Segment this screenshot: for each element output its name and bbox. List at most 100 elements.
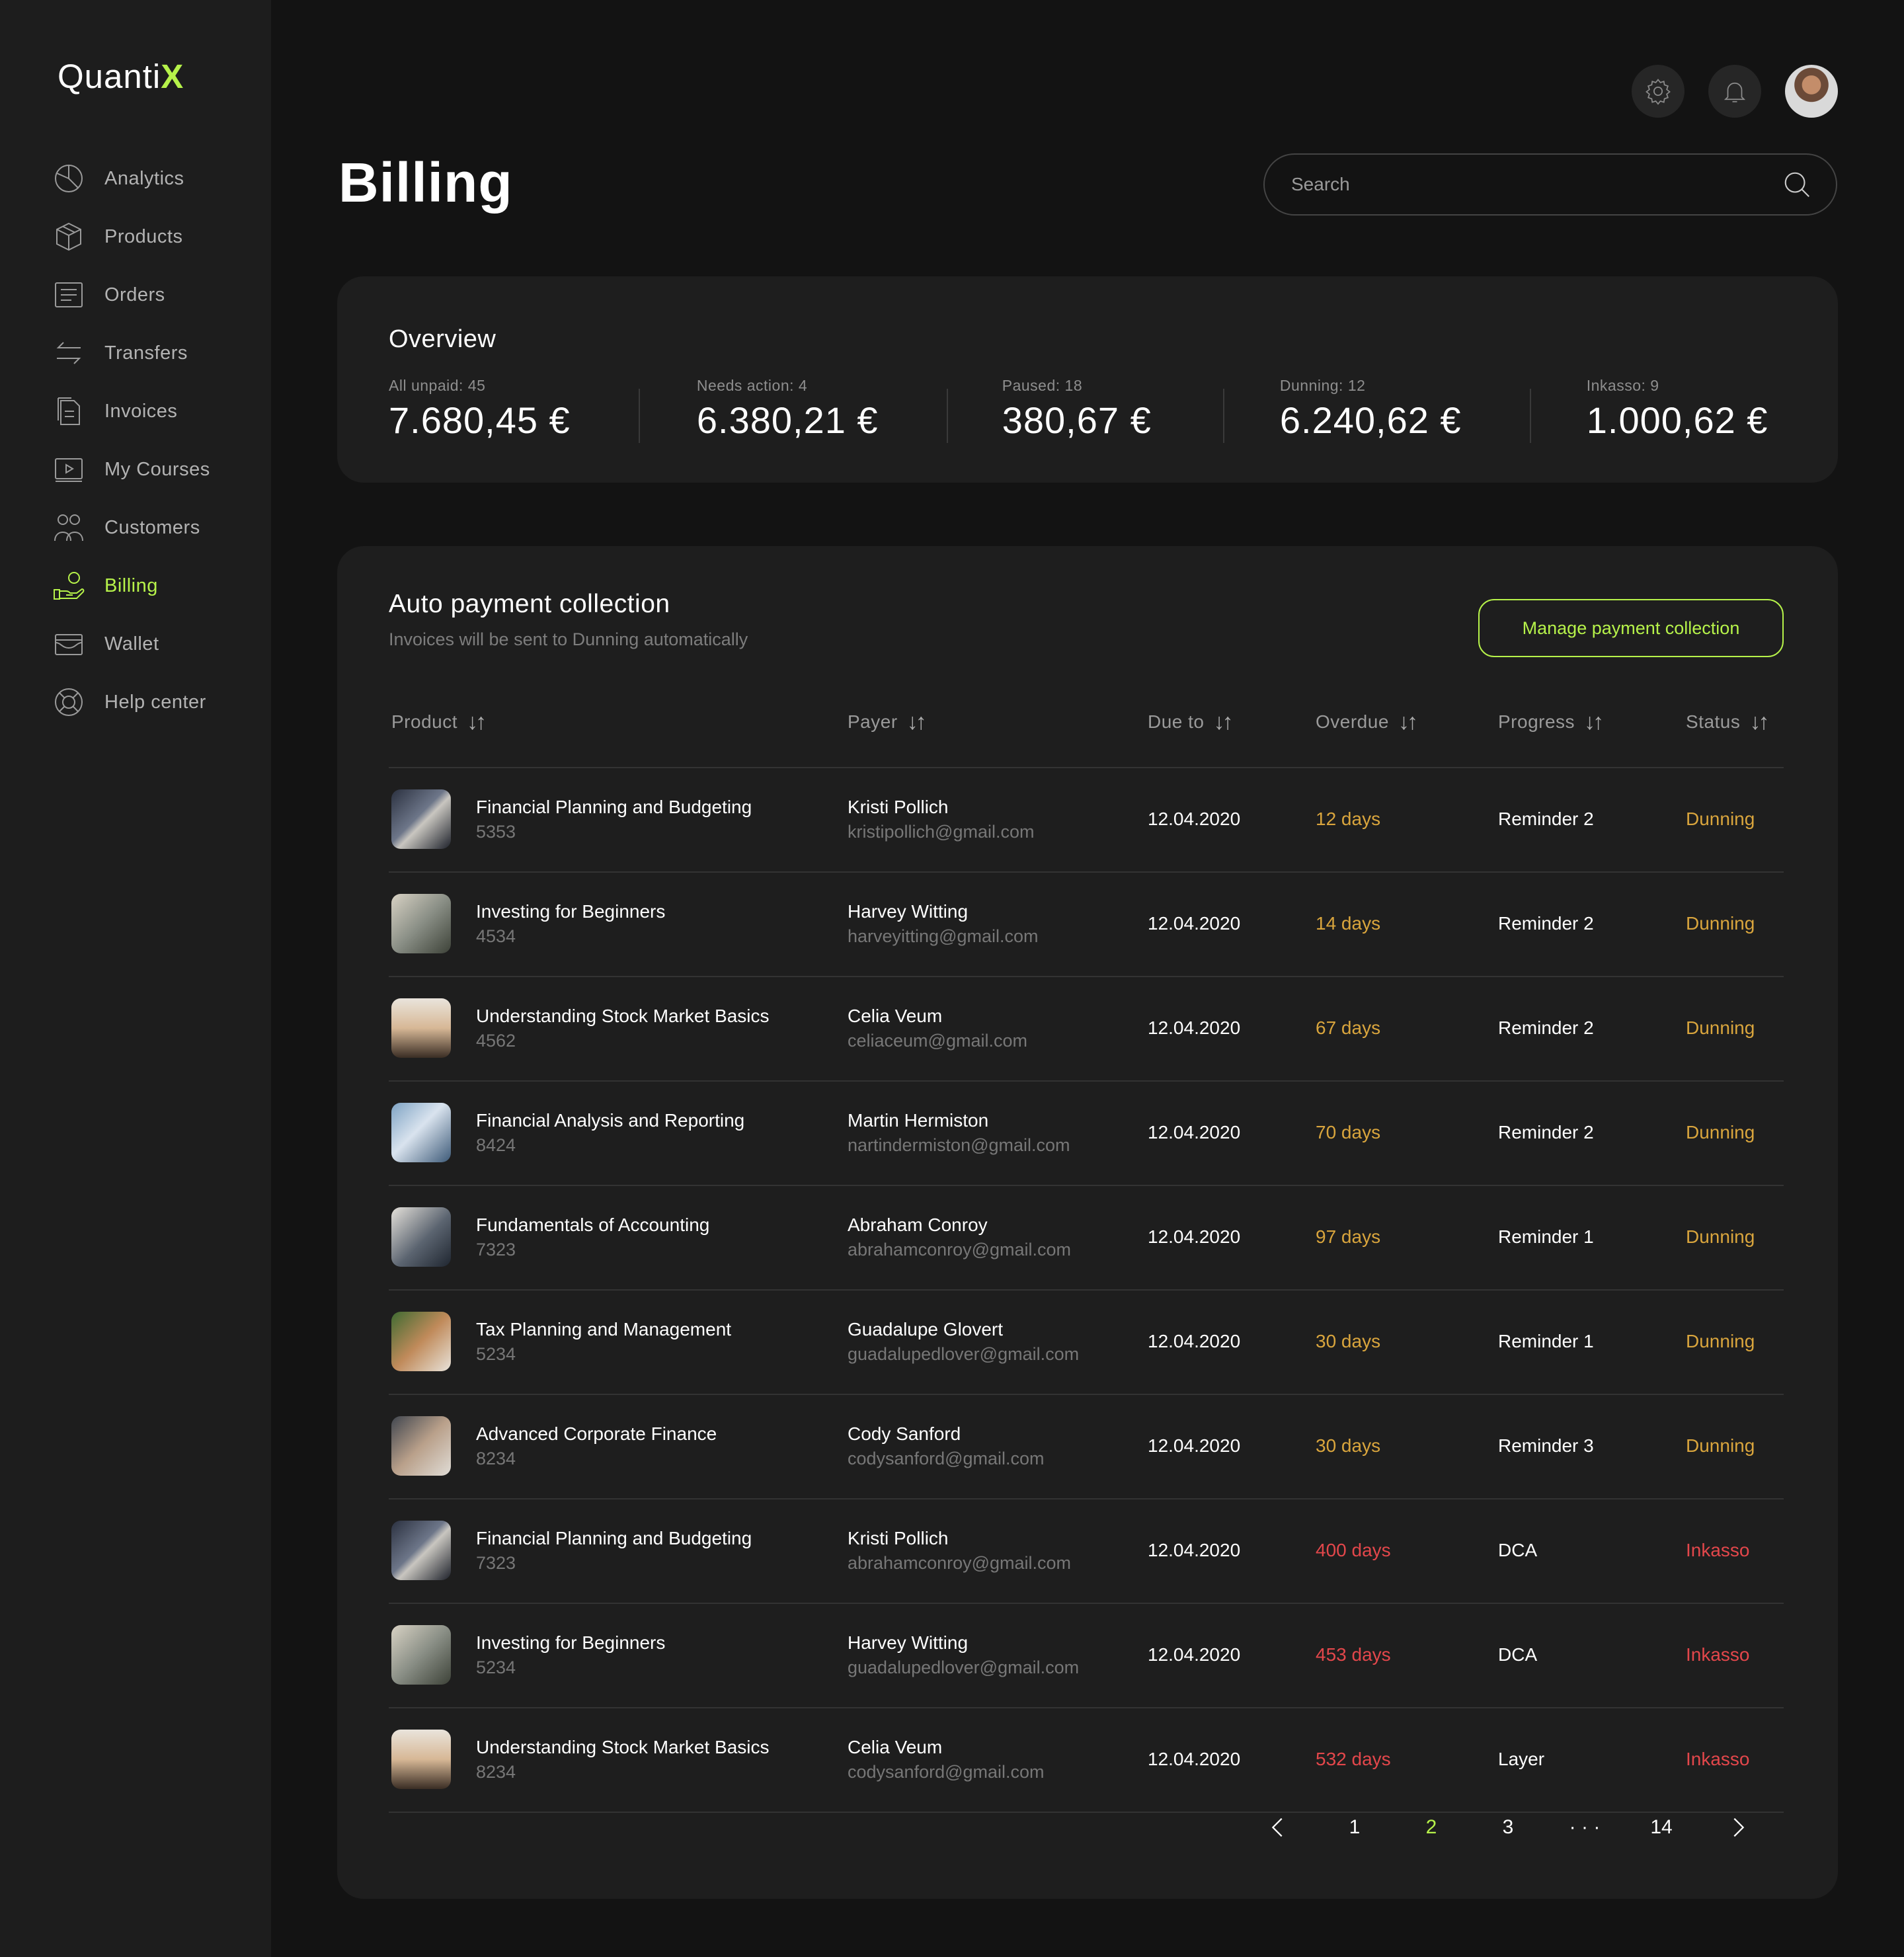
table-row[interactable]: Understanding Stock Market Basics 4562 Cel…: [389, 977, 1784, 1082]
table-row[interactable]: Understanding Stock Market Basics 8234 Cel…: [389, 1708, 1784, 1813]
table-row[interactable]: Fundamentals of Accounting 7323 Abraham Co…: [389, 1186, 1784, 1291]
product-id: 4534: [476, 926, 516, 946]
product-info: Understanding Stock Market Basics 4562: [476, 1006, 770, 1051]
product-name[interactable]: Understanding Stock Market Basics: [476, 1006, 770, 1027]
payer-email[interactable]: abrahamconroy@gmail.com: [848, 1553, 1071, 1574]
sidebar-item-wallet[interactable]: Wallet: [53, 615, 210, 673]
product-name[interactable]: Understanding Stock Market Basics: [476, 1737, 770, 1758]
product-thumbnail: [391, 1312, 451, 1371]
payer-email[interactable]: codysanford@gmail.com: [848, 1449, 1045, 1469]
sidebar-item-customers[interactable]: Customers: [53, 499, 210, 557]
payer-email[interactable]: guadalupedlover@gmail.com: [848, 1344, 1079, 1365]
due-date: 12.04.2020: [1148, 1644, 1241, 1665]
column-header-payer[interactable]: Payer ↓↑: [848, 677, 927, 767]
progress-value: Layer: [1498, 1749, 1545, 1769]
sidebar-item-analytics[interactable]: Analytics: [53, 149, 210, 208]
lifebuoy-icon: [53, 686, 85, 718]
payer-cell: Kristi Pollich abrahamconroy@gmail.com: [848, 1499, 1071, 1601]
product-name[interactable]: Investing for Beginners: [476, 1632, 665, 1654]
progress-value: Reminder 2: [1498, 913, 1594, 934]
column-header-progress[interactable]: Progress ↓↑: [1498, 677, 1604, 767]
page-button-current[interactable]: 2: [1393, 1801, 1470, 1854]
payer-name: Guadalupe Glovert: [848, 1318, 1004, 1339]
page-button[interactable]: 3: [1470, 1801, 1546, 1854]
product-cell: Financial Analysis and Reporting 8424: [391, 1082, 744, 1183]
page-button[interactable]: 14: [1623, 1801, 1700, 1854]
manage-payment-collection-button[interactable]: Manage payment collection: [1478, 599, 1784, 657]
payer-email[interactable]: guadalupedlover@gmail.com: [848, 1657, 1079, 1678]
product-name[interactable]: Financial Planning and Budgeting: [476, 797, 752, 818]
logo-accent: X: [161, 58, 184, 95]
payer-email[interactable]: nartindermiston@gmail.com: [848, 1135, 1070, 1156]
column-label: Payer: [848, 711, 898, 732]
table-row[interactable]: Financial Analysis and Reporting 8424 Mart…: [389, 1082, 1784, 1186]
sort-icon[interactable]: ↓↑: [467, 709, 487, 735]
sort-icon[interactable]: ↓↑: [1214, 709, 1234, 735]
column-label: Status: [1686, 711, 1741, 732]
column-header-due-to[interactable]: Due to ↓↑: [1148, 677, 1234, 767]
product-name[interactable]: Financial Analysis and Reporting: [476, 1110, 744, 1131]
status-badge: Inkasso: [1686, 1644, 1750, 1665]
stat-value: 6.380,21 €: [696, 399, 879, 441]
payer-email[interactable]: kristipollich@gmail.com: [848, 822, 1034, 842]
sort-icon[interactable]: ↓↑: [1749, 709, 1769, 735]
search-icon[interactable]: [1782, 169, 1812, 200]
product-cell: Tax Planning and Management 5234: [391, 1291, 731, 1392]
stat-needs-action: Needs action: 4 6.380,21 €: [697, 377, 947, 443]
next-page-button[interactable]: [1700, 1801, 1776, 1854]
product-name[interactable]: Tax Planning and Management: [476, 1319, 731, 1340]
table-row[interactable]: Advanced Corporate Finance 8234 Cody Sanfo…: [389, 1395, 1784, 1499]
stat-value: 7.680,45 €: [389, 399, 571, 441]
payer-email[interactable]: abrahamconroy@gmail.com: [848, 1240, 1071, 1260]
sidebar-item-label: My Courses: [104, 458, 210, 480]
sort-icon[interactable]: ↓↑: [1584, 709, 1604, 735]
product-name[interactable]: Fundamentals of Accounting: [476, 1215, 709, 1236]
search-box[interactable]: [1263, 153, 1837, 216]
table-row[interactable]: Tax Planning and Management 5234 Guadalupe…: [389, 1291, 1784, 1395]
sidebar-item-help-center[interactable]: Help center: [53, 673, 210, 731]
table-row[interactable]: Investing for Beginners 4534 Harvey Wittin…: [389, 873, 1784, 977]
main-content: Billing Overview All unpaid: 45 7.680,45…: [271, 0, 1904, 1957]
sort-icon[interactable]: ↓↑: [907, 709, 927, 735]
sidebar-item-products[interactable]: Products: [53, 208, 210, 266]
product-info: Financial Planning and Budgeting 7323: [476, 1528, 752, 1574]
due-date: 12.04.2020: [1148, 809, 1241, 829]
product-name[interactable]: Investing for Beginners: [476, 901, 665, 922]
sidebar-item-billing[interactable]: Billing: [53, 557, 210, 615]
stat-divider: [1529, 389, 1531, 443]
product-thumbnail: [391, 894, 451, 953]
product-id: 5353: [476, 821, 516, 842]
payer-cell: Abraham Conroy abrahamconroy@gmail.com: [848, 1186, 1071, 1288]
sidebar-item-transfers[interactable]: Transfers: [53, 324, 210, 382]
search-input[interactable]: [1290, 173, 1782, 196]
progress-value: DCA: [1498, 1540, 1538, 1560]
user-avatar[interactable]: [1785, 65, 1838, 118]
column-header-product[interactable]: Product ↓↑: [391, 677, 487, 767]
app-logo[interactable]: QuantiX: [58, 57, 184, 96]
notifications-button[interactable]: [1708, 65, 1761, 118]
sort-icon[interactable]: ↓↑: [1398, 709, 1418, 735]
table-row[interactable]: Financial Planning and Budgeting 7323 Kris…: [389, 1499, 1784, 1604]
status-badge: Dunning: [1686, 1122, 1755, 1142]
column-header-overdue[interactable]: Overdue ↓↑: [1316, 677, 1418, 767]
payer-cell: Kristi Pollich kristipollich@gmail.com: [848, 768, 1034, 870]
payer-info: Kristi Pollich kristipollich@gmail.com: [848, 797, 1034, 842]
payer-email[interactable]: harveyitting@gmail.com: [848, 926, 1039, 947]
overdue-days: 400 days: [1316, 1540, 1391, 1560]
table-row[interactable]: Financial Planning and Budgeting 5353 Kris…: [389, 768, 1784, 873]
page-button[interactable]: 1: [1316, 1801, 1393, 1854]
product-name[interactable]: Financial Planning and Budgeting: [476, 1528, 752, 1549]
due-date: 12.04.2020: [1148, 1435, 1241, 1456]
column-header-status[interactable]: Status ↓↑: [1686, 677, 1769, 767]
settings-button[interactable]: [1632, 65, 1685, 118]
table-row[interactable]: Investing for Beginners 5234 Harvey Wittin…: [389, 1604, 1784, 1708]
sidebar-item-orders[interactable]: Orders: [53, 266, 210, 324]
payer-cell: Celia Veum codysanford@gmail.com: [848, 1708, 1045, 1810]
payer-email[interactable]: celiaceum@gmail.com: [848, 1031, 1027, 1051]
payer-email[interactable]: codysanford@gmail.com: [848, 1762, 1045, 1782]
sidebar-item-invoices[interactable]: Invoices: [53, 382, 210, 440]
previous-page-button[interactable]: [1240, 1801, 1316, 1854]
due-date: 12.04.2020: [1148, 1122, 1241, 1142]
product-name[interactable]: Advanced Corporate Finance: [476, 1423, 717, 1445]
sidebar-item-my-courses[interactable]: My Courses: [53, 440, 210, 499]
